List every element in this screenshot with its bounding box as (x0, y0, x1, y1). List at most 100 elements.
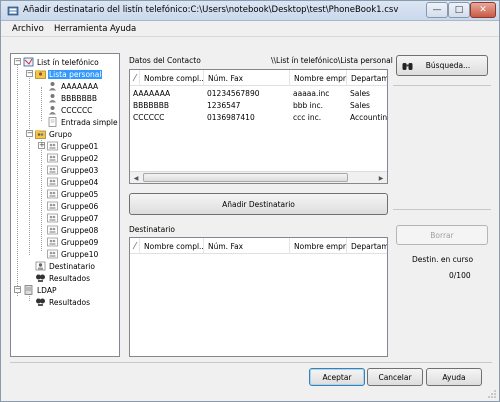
search-results-icon (36, 298, 45, 306)
group-icon (47, 189, 58, 199)
column-header-department[interactable]: Departame (347, 70, 387, 86)
column-header-company[interactable]: Nombre empr... (290, 238, 347, 254)
tree-item-root[interactable]: List ín telefónico (23, 56, 100, 68)
cancel-button[interactable]: Cancelar (367, 368, 423, 386)
scrollbar-thumb[interactable] (143, 173, 348, 182)
group-icon (47, 177, 58, 187)
column-header-fax[interactable]: Núm. Fax (204, 238, 290, 254)
tree-item-contact[interactable]: BBBBBBB (47, 92, 98, 104)
tree-item-resultados[interactable]: Resultados (35, 272, 91, 284)
table-row[interactable]: BBBBBBB 1236547 bbb inc. Sales (130, 101, 387, 112)
ldap-server-icon (24, 285, 33, 295)
add-recipient-button[interactable]: Añadir Destinatario (129, 193, 388, 215)
sort-column[interactable] (130, 70, 140, 86)
contacts-panel-label: Datos del Contacto (129, 56, 201, 65)
menu-herramienta[interactable]: Herramienta (54, 24, 107, 34)
expander-root[interactable]: − (14, 58, 21, 65)
maximize-button[interactable]: □ (448, 2, 470, 18)
tree-item-ldap-resultados[interactable]: Resultados (35, 296, 91, 308)
delete-button[interactable]: Borrar (396, 225, 488, 245)
tree-line (29, 75, 30, 255)
accept-button[interactable]: Aceptar (309, 368, 365, 386)
expander-grupo[interactable]: − (26, 130, 33, 137)
recipients-list-header: Nombre compl... Núm. Fax Nombre empr... … (130, 238, 387, 254)
tree-item-group[interactable]: Gruppe04 (47, 176, 99, 188)
contacts-list[interactable]: Nombre compl... Núm. Fax Nombre empr... … (129, 69, 388, 184)
column-header-name[interactable]: Nombre compl... (140, 70, 204, 86)
footer-separator (10, 362, 492, 363)
current-path: \\List ín telefónico\Lista personal (271, 56, 393, 65)
column-header-name[interactable]: Nombre compl... (140, 238, 204, 254)
tree-item-group[interactable]: Gruppe08 (47, 224, 99, 236)
scroll-right-icon[interactable]: ▶ (375, 172, 387, 183)
expander-gruppe01[interactable]: + (38, 142, 45, 149)
tree-item-group[interactable]: Gruppe09 (47, 236, 99, 248)
cell-name: BBBBBBB (133, 101, 170, 110)
column-header-company[interactable]: Nombre empr... (290, 70, 347, 86)
column-header-fax[interactable]: Núm. Fax (204, 70, 290, 86)
minimize-button[interactable]: — (426, 2, 448, 18)
group-icon (47, 249, 58, 259)
help-button[interactable]: Ayuda (426, 368, 482, 386)
sort-icon (132, 241, 138, 250)
column-header-department[interactable]: Departame (347, 238, 387, 254)
tree-item-contact[interactable]: CCCCCC (47, 104, 93, 116)
search-button[interactable]: Búsqueda... (396, 55, 488, 76)
cell-company: ccc inc. (293, 113, 322, 122)
phonebook-dialog: Añadir destinatario del listín telefónic… (0, 0, 500, 402)
tree-item-grupo[interactable]: Grupo (35, 128, 73, 140)
person-icon (49, 82, 56, 91)
group-icon (47, 213, 58, 223)
dest-status-label: Destin. en curso (412, 255, 474, 264)
tree-item-group[interactable]: Gruppe03 (47, 164, 99, 176)
cell-department: Sales (350, 101, 370, 110)
separator (393, 209, 491, 210)
folder-group-icon (35, 130, 46, 139)
tree-item-entrada-simple[interactable]: Entrada simple (47, 116, 119, 128)
group-icon (47, 165, 58, 175)
cell-fax: 01234567890 (207, 89, 260, 98)
document-icon (48, 117, 57, 127)
cell-company: bbb inc. (293, 101, 324, 110)
tree-item-group[interactable]: Gruppe05 (47, 188, 99, 200)
sort-column[interactable] (130, 238, 140, 254)
close-button[interactable]: ✕ (470, 2, 496, 18)
table-row[interactable]: AAAAAAA 01234567890 aaaaa.inc Sales (130, 89, 387, 100)
tree-item-contact[interactable]: AAAAAAA (47, 80, 99, 92)
menu-archivo[interactable]: Archivo (12, 24, 44, 34)
table-row[interactable]: CCCCCC 0136987410 ccc inc. Accounting (130, 113, 387, 124)
group-icon (47, 225, 58, 235)
phonebook-tree[interactable]: − List ín telefónico − Lista personal AA… (10, 53, 120, 357)
maximize-icon: □ (454, 5, 464, 15)
tree-item-lista-personal[interactable]: Lista personal (35, 68, 103, 80)
title-bar[interactable]: Añadir destinatario del listín telefónic… (1, 1, 499, 21)
expander-lista-personal[interactable]: − (26, 70, 33, 77)
scroll-left-icon[interactable]: ◀ (130, 172, 142, 183)
tree-item-group[interactable]: Gruppe06 (47, 200, 99, 212)
cell-fax: 1236547 (207, 101, 241, 110)
minimize-icon: — (432, 5, 442, 15)
resize-grip-icon[interactable] (487, 389, 497, 399)
tree-line (41, 135, 42, 251)
recipients-list[interactable]: Nombre compl... Núm. Fax Nombre empr... … (129, 237, 388, 357)
tree-item-group[interactable]: Gruppe10 (47, 248, 99, 260)
phonebook-app-icon (7, 6, 19, 16)
tree-item-destinatario[interactable]: Destinatario (35, 260, 96, 272)
tree-item-group[interactable]: Gruppe07 (47, 212, 99, 224)
search-results-icon (36, 274, 45, 282)
cell-company: aaaaa.inc (293, 89, 330, 98)
horizontal-scrollbar[interactable]: ◀ ▶ (130, 171, 387, 183)
binoculars-icon (402, 63, 413, 70)
folder-people-icon (35, 70, 46, 79)
group-icon (47, 141, 58, 151)
tree-item-ldap[interactable]: LDAP (23, 284, 57, 296)
contacts-list-header: Nombre compl... Núm. Fax Nombre empr... … (130, 70, 387, 86)
tree-item-group[interactable]: Gruppe02 (47, 152, 99, 164)
tree-item-group[interactable]: Gruppe01 (47, 140, 99, 152)
menu-ayuda[interactable]: Ayuda (110, 24, 136, 34)
group-icon (47, 153, 58, 163)
expander-ldap[interactable]: − (14, 286, 21, 293)
tree-line (17, 63, 18, 296)
person-icon (49, 94, 56, 103)
separator (393, 85, 491, 86)
